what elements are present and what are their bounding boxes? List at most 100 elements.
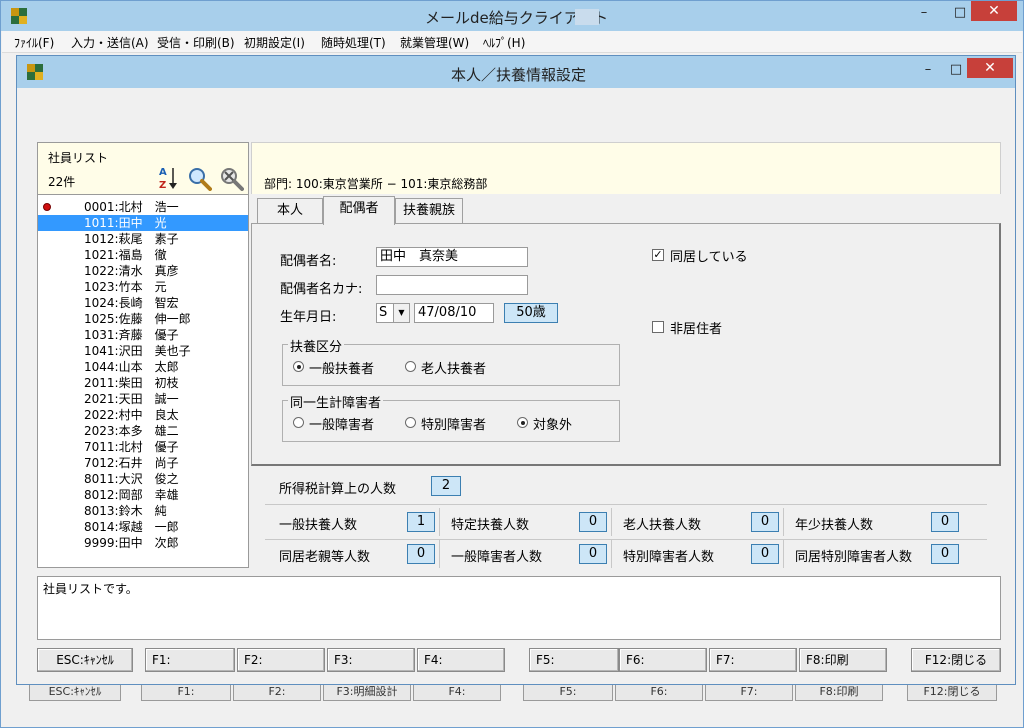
employee-list-item[interactable]: 0001:北村 浩一 <box>38 199 248 215</box>
employee-list-item[interactable]: 2021:天田 誠一 <box>38 391 248 407</box>
general-disabled-radio[interactable] <box>293 417 304 428</box>
count-label: 一般障害者人数 <box>451 550 543 565</box>
employee-list-item[interactable]: 1044:山本 太郎 <box>38 359 248 375</box>
birthdate-input[interactable]: 47/08/10 <box>414 303 494 323</box>
employee-list-item[interactable]: 2011:柴田 初枝 <box>38 375 248 391</box>
counts-divider <box>265 504 987 505</box>
disability-group: 同一生計障害者 一般障害者 特別障害者 対象外 <box>282 392 620 442</box>
bg-f3-button[interactable]: F3:明細設計 <box>323 683 411 701</box>
employee-list-item[interactable]: 8011:大沢 俊之 <box>38 471 248 487</box>
dependents-dialog: 本人／扶養情報設定 – □ ✕ 社員リスト 22件 A Z 0001:北村 浩一… <box>16 55 1016 685</box>
birthdate-label: 生年月日: <box>280 310 337 325</box>
employee-list-item[interactable]: 8014:塚越 一郎 <box>38 519 248 535</box>
tab-self[interactable]: 本人 <box>257 198 323 224</box>
message-area: 社員リストです。 <box>37 576 1001 640</box>
menu-attendance[interactable]: 就業管理(W) <box>400 34 469 51</box>
dependent-class-group: 扶養区分 一般扶養者 老人扶養者 <box>282 336 620 386</box>
nonresident-checkbox[interactable] <box>652 321 664 333</box>
special-disabled-label: 特別障害者 <box>421 418 487 433</box>
employee-list-item[interactable]: 1022:清水 真彦 <box>38 263 248 279</box>
close-icon[interactable]: ✕ <box>971 1 1017 21</box>
era-select[interactable]: S ▼ <box>376 303 410 323</box>
count-separator <box>611 540 612 568</box>
employee-list-item[interactable]: 1024:長崎 智宏 <box>38 295 248 311</box>
maximize-icon[interactable]: □ <box>946 3 974 23</box>
f5-button[interactable]: F5: <box>529 648 619 672</box>
employee-list-item[interactable]: 1025:佐藤 伸一郎 <box>38 311 248 327</box>
bg-f2-button[interactable]: F2: <box>233 683 321 701</box>
dialog-minimize-icon[interactable]: – <box>914 60 942 80</box>
count-value: 0 <box>751 512 779 532</box>
count-label: 年少扶養人数 <box>795 518 874 533</box>
clear-search-icon[interactable] <box>220 167 244 191</box>
employee-list-item[interactable]: 2023:本多 雄二 <box>38 423 248 439</box>
chevron-down-icon[interactable]: ▼ <box>393 304 409 322</box>
f12-close-button[interactable]: F12:閉じる <box>911 648 1001 672</box>
employee-list-item[interactable]: 7012:石井 尚子 <box>38 455 248 471</box>
count-value: 0 <box>407 544 435 564</box>
general-dependent-label: 一般扶養者 <box>309 362 375 377</box>
employee-list-item[interactable]: 1011:田中 光 <box>38 215 248 231</box>
f7-button[interactable]: F7: <box>709 648 797 672</box>
menu-help[interactable]: ﾍﾙﾌﾟ(H) <box>483 34 525 51</box>
tab-spouse[interactable]: 配偶者 <box>323 196 395 225</box>
dialog-maximize-icon[interactable]: □ <box>942 60 970 80</box>
employee-label: 9999:田中 次郎 <box>84 536 179 550</box>
bg-f4-button[interactable]: F4: <box>413 683 501 701</box>
f2-button[interactable]: F2: <box>237 648 325 672</box>
employee-list-item[interactable]: 1012:萩尾 素子 <box>38 231 248 247</box>
svg-text:Z: Z <box>159 180 166 191</box>
elderly-dependent-radio[interactable] <box>405 361 416 372</box>
special-disabled-radio[interactable] <box>405 417 416 428</box>
nonresident-label: 非居住者 <box>670 322 723 337</box>
f4-button[interactable]: F4: <box>417 648 505 672</box>
bg-f7-button[interactable]: F7: <box>705 683 793 701</box>
employee-list-item[interactable]: 1021:福島 徹 <box>38 247 248 263</box>
bg-f12-button[interactable]: F12:閉じる <box>907 683 997 701</box>
not-applicable-radio[interactable] <box>517 417 528 428</box>
menu-file[interactable]: ﾌｧｲﾙ(F) <box>14 34 54 51</box>
cohabit-label: 同居している <box>670 250 748 265</box>
minimize-icon[interactable]: – <box>910 3 938 23</box>
cohabit-checkbox[interactable]: ✓ <box>652 249 664 261</box>
count-value: 0 <box>751 544 779 564</box>
employee-list-item[interactable]: 8013:鈴木 純 <box>38 503 248 519</box>
dialog-titlebar[interactable]: 本人／扶養情報設定 – □ ✕ <box>17 56 1015 88</box>
employee-label: 1024:長崎 智宏 <box>84 296 179 310</box>
employee-list-item[interactable]: 1041:沢田 美也子 <box>38 343 248 359</box>
employee-list-item[interactable]: 8012:岡部 幸雄 <box>38 487 248 503</box>
bg-f5-button[interactable]: F5: <box>523 683 613 701</box>
employee-list-item[interactable]: 1031:斉藤 優子 <box>38 327 248 343</box>
general-dependent-radio[interactable] <box>293 361 304 372</box>
f6-button[interactable]: F6: <box>619 648 707 672</box>
tab-dependents[interactable]: 扶養親族 <box>395 198 463 224</box>
employee-list-item[interactable]: 2022:村中 良太 <box>38 407 248 423</box>
search-icon[interactable] <box>188 167 212 191</box>
employee-list-item[interactable]: 9999:田中 次郎 <box>38 535 248 551</box>
bg-f6-button[interactable]: F6: <box>615 683 703 701</box>
menu-initial-settings[interactable]: 初期設定(I) <box>244 34 305 51</box>
spouse-kana-input[interactable] <box>376 275 528 295</box>
menu-input-send[interactable]: 入力・送信(A) <box>71 34 149 51</box>
bg-f1-button[interactable]: F1: <box>141 683 231 701</box>
count-value: 0 <box>931 512 959 532</box>
employee-list-item[interactable]: 7011:北村 優子 <box>38 439 248 455</box>
main-titlebar[interactable]: メールde給与クライアント – □ ✕ <box>1 1 1023 31</box>
count-value: 0 <box>579 544 607 564</box>
sort-az-icon[interactable]: A Z <box>158 165 180 191</box>
menu-receive-print[interactable]: 受信・印刷(B) <box>157 34 235 51</box>
employee-label: 1023:竹本 元 <box>84 280 167 294</box>
f1-button[interactable]: F1: <box>145 648 235 672</box>
employee-label: 0001:北村 浩一 <box>84 200 179 214</box>
esc-cancel-button[interactable]: ESC:ｷｬﾝｾﾙ <box>37 648 133 672</box>
employee-list-item[interactable]: 1023:竹本 元 <box>38 279 248 295</box>
count-separator <box>783 540 784 568</box>
bg-esc-button[interactable]: ESC:ｷｬﾝｾﾙ <box>29 683 121 701</box>
employee-label: 7011:北村 優子 <box>84 440 179 454</box>
menu-adhoc[interactable]: 随時処理(T) <box>321 34 386 51</box>
bg-f8-button[interactable]: F8:印刷 <box>795 683 883 701</box>
dialog-close-icon[interactable]: ✕ <box>967 58 1013 78</box>
spouse-name-input[interactable]: 田中 真奈美 <box>376 247 528 267</box>
f8-print-button[interactable]: F8:印刷 <box>799 648 887 672</box>
f3-button[interactable]: F3: <box>327 648 415 672</box>
